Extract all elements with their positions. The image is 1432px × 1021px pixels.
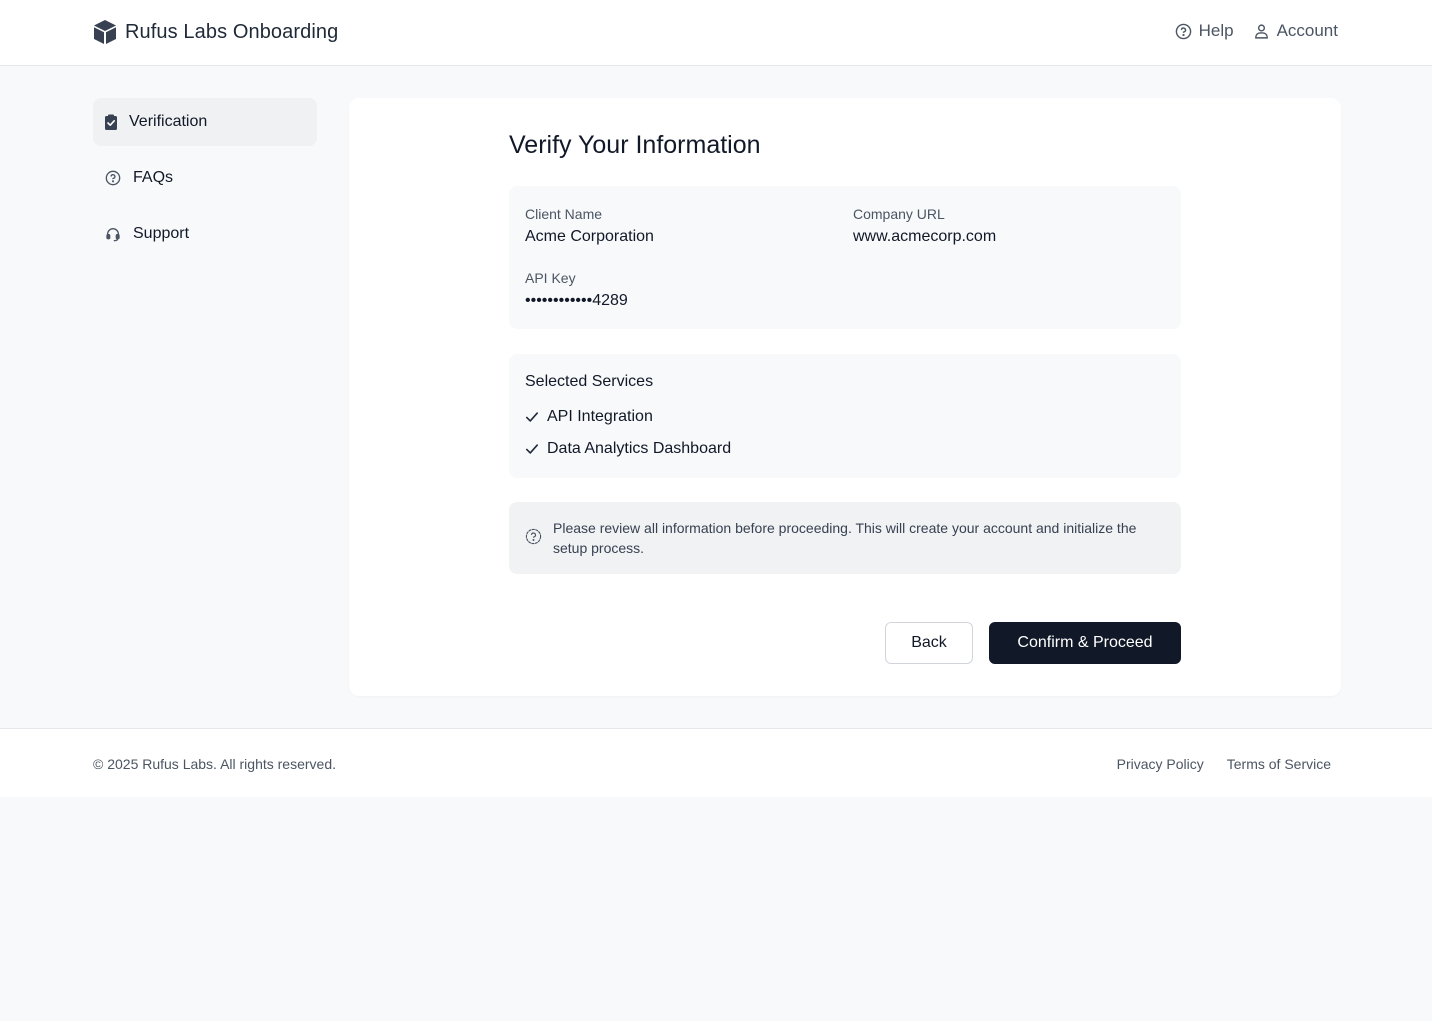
app-title: Rufus Labs Onboarding <box>125 20 339 43</box>
question-circle-icon <box>525 528 542 545</box>
api-key-field: API Key ••••••••••••4289 <box>525 270 628 310</box>
brand: Rufus Labs Onboarding <box>93 19 338 45</box>
api-key-value: ••••••••••••4289 <box>525 292 628 309</box>
service-label: API Integration <box>547 408 653 425</box>
help-link[interactable]: Help <box>1175 21 1234 41</box>
selected-services-panel: Selected Services API Integration Data A… <box>509 354 1181 478</box>
company-url-value: www.acmecorp.com <box>853 228 997 245</box>
footer-links: Privacy Policy Terms of Service <box>1117 756 1331 772</box>
services-title: Selected Services <box>525 373 654 390</box>
back-button[interactable]: Back <box>885 622 973 664</box>
sidebar-item-verification[interactable]: Verification <box>93 98 317 146</box>
client-name-field: Client Name Acme Corporation <box>525 206 654 246</box>
help-circle-icon <box>1175 23 1191 39</box>
check-icon <box>525 412 539 422</box>
service-label: Data Analytics Dashboard <box>547 440 732 457</box>
app-footer: © 2025 Rufus Labs. All rights reserved. … <box>0 728 1432 797</box>
sidebar-item-faqs[interactable]: FAQs <box>93 154 317 202</box>
client-name-value: Acme Corporation <box>525 228 654 245</box>
service-item: API Integration <box>525 408 653 426</box>
header-nav: Help Account <box>1175 21 1338 41</box>
headset-icon <box>105 226 121 242</box>
sidebar: Verification FAQs Support <box>93 98 317 266</box>
sidebar-item-label: Verification <box>129 113 208 130</box>
company-url-field: Company URL www.acmecorp.com <box>853 206 996 246</box>
app-header: Rufus Labs Onboarding Help Account <box>0 0 1432 66</box>
review-notice: Please review all information before pro… <box>509 502 1181 574</box>
service-item: Data Analytics Dashboard <box>525 440 731 458</box>
client-name-label: Client Name <box>525 206 603 222</box>
question-circle-icon <box>105 170 121 186</box>
company-url-label: Company URL <box>853 206 945 222</box>
api-key-label: API Key <box>525 270 576 286</box>
privacy-policy-link[interactable]: Privacy Policy <box>1117 756 1204 772</box>
copyright-text: © 2025 Rufus Labs. All rights reserved. <box>93 756 336 772</box>
cube-icon <box>94 20 116 44</box>
account-link[interactable]: Account <box>1253 21 1338 41</box>
client-info-panel: Client Name Acme Corporation Company URL… <box>509 186 1181 329</box>
help-label: Help <box>1198 21 1234 40</box>
sidebar-item-label: FAQs <box>133 169 174 186</box>
terms-of-service-link[interactable]: Terms of Service <box>1227 756 1331 772</box>
page-title: Verify Your Information <box>509 131 761 159</box>
account-label: Account <box>1276 21 1338 40</box>
verification-card: Verify Your Information Client Name Acme… <box>349 98 1341 696</box>
sidebar-item-support[interactable]: Support <box>93 210 317 258</box>
notice-text: Please review all information before pro… <box>553 520 1137 556</box>
sidebar-item-label: Support <box>133 225 190 242</box>
user-icon <box>1254 23 1268 39</box>
clipboard-check-icon <box>103 114 119 130</box>
check-icon <box>525 444 539 454</box>
confirm-proceed-button[interactable]: Confirm & Proceed <box>989 622 1181 664</box>
